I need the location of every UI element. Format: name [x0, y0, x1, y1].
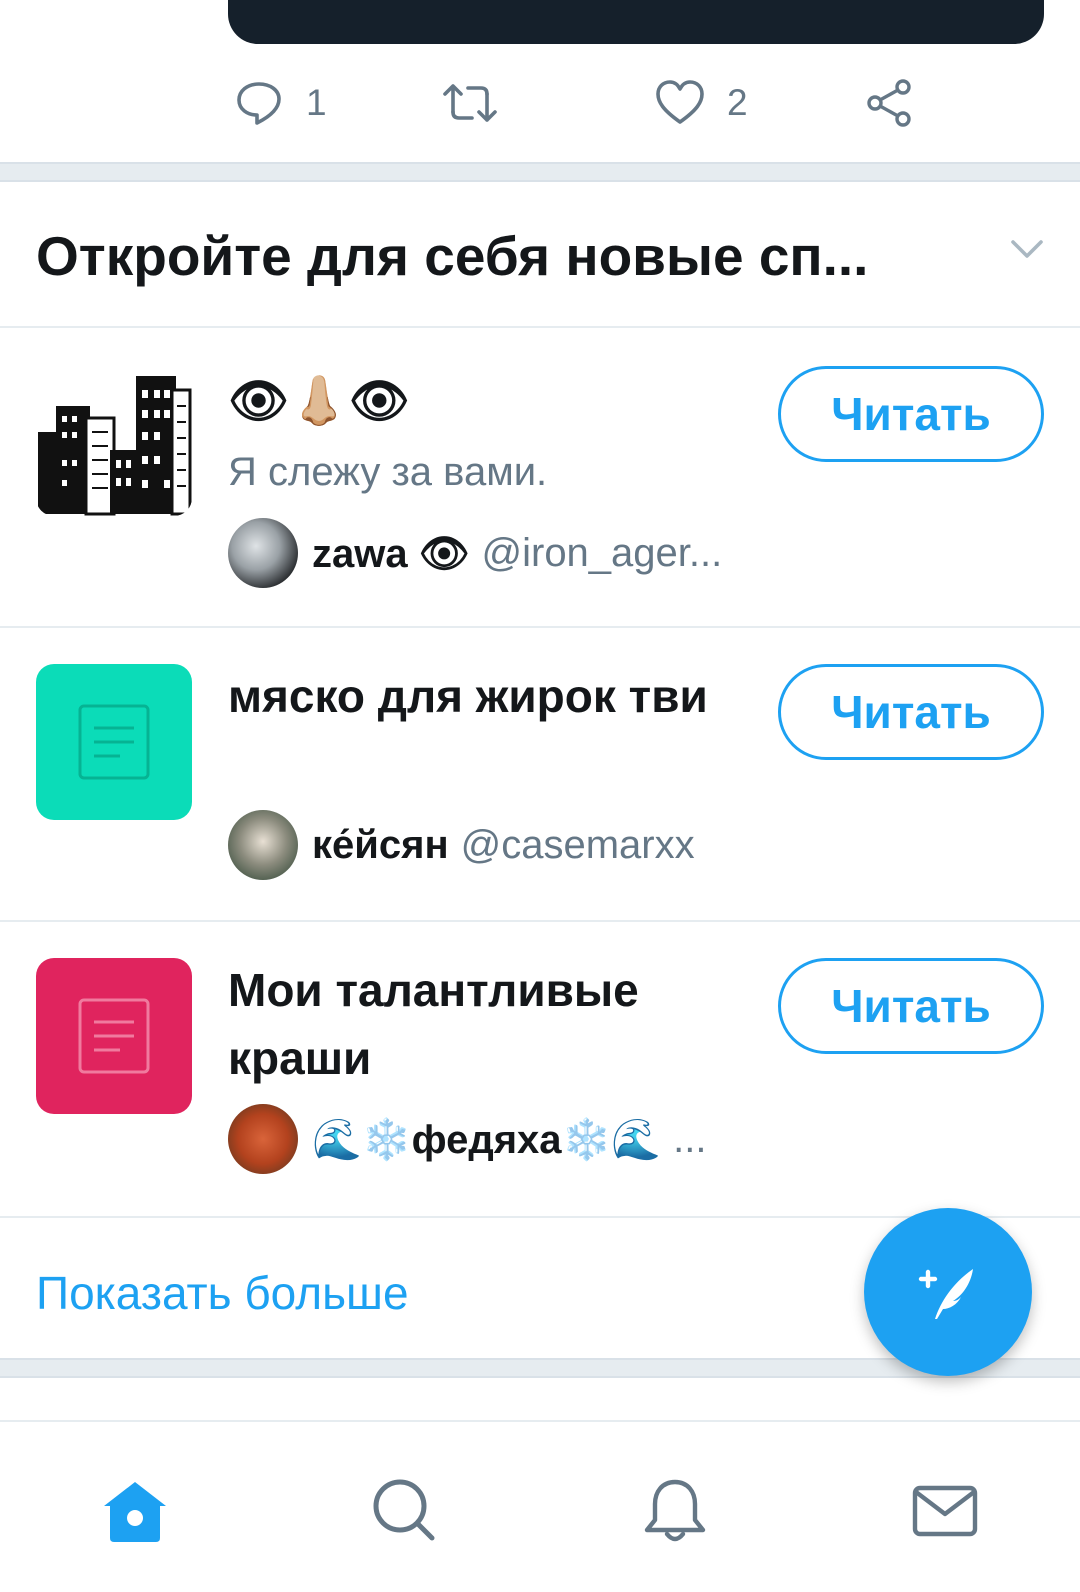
- show-more-link[interactable]: Показать больше: [36, 1266, 409, 1320]
- follow-list-button[interactable]: Читать: [778, 366, 1044, 462]
- list-item[interactable]: 👁👃🏼👁 Я слежу за вами. zawa 👁 @iron_ager.…: [0, 328, 1080, 628]
- bottom-nav: [0, 1420, 1080, 1592]
- search-icon: [373, 1479, 435, 1541]
- avatar: [228, 810, 298, 880]
- nav-notifications[interactable]: [640, 1476, 710, 1546]
- owner-handle: @casemarxx: [460, 822, 695, 867]
- nav-home[interactable]: [100, 1476, 170, 1546]
- list-thumbnail: [36, 360, 192, 516]
- reply-count: 1: [306, 82, 327, 123]
- list-document-icon: [78, 704, 150, 780]
- list-title: мяско для жирок тви: [228, 670, 708, 722]
- share-button[interactable]: [865, 78, 915, 128]
- nav-search[interactable]: [370, 1476, 440, 1546]
- follow-list-button[interactable]: Читать: [778, 664, 1044, 760]
- follow-list-button[interactable]: Читать: [778, 958, 1044, 1054]
- section-separator: [0, 162, 1080, 182]
- list-owner[interactable]: zawa 👁 @iron_ager...: [228, 518, 722, 588]
- tweet-media[interactable]: [228, 0, 1044, 44]
- city-buildings-image: [38, 376, 192, 516]
- tweet-action-bar: 1 2: [0, 60, 1080, 150]
- list-thumbnail: [36, 664, 192, 820]
- avatar: [228, 1104, 298, 1174]
- timeline-screen: 1 2 Откройте для себя новые сп... 👁👃🏼👁 Я…: [0, 0, 1080, 1592]
- section-title: Откройте для себя новые сп...: [36, 225, 869, 287]
- reply-icon: [237, 82, 281, 125]
- like-button[interactable]: 2: [655, 78, 748, 128]
- discover-lists-header: Откройте для себя новые сп...: [0, 184, 1080, 328]
- like-count: 2: [727, 82, 748, 123]
- reply-button[interactable]: 1: [234, 78, 327, 128]
- list-owner[interactable]: 🌊❄️федяха❄️🌊 ...: [228, 1104, 707, 1174]
- list-title: Мои талантливые краши: [228, 964, 639, 1084]
- chevron-down-icon[interactable]: [1010, 238, 1044, 262]
- list-item[interactable]: мяско для жирок тви ке́йсян @casemarxx Ч…: [0, 628, 1080, 922]
- compose-tweet-icon: [918, 1269, 973, 1319]
- share-icon: [867, 79, 911, 127]
- list-title: 👁👃🏼👁: [228, 375, 410, 428]
- owner-name: zawa 👁: [312, 531, 470, 576]
- bell-icon: [644, 1479, 706, 1542]
- heart-icon: [656, 80, 704, 124]
- nav-messages[interactable]: [910, 1476, 980, 1546]
- owner-handle: ...: [673, 1116, 707, 1161]
- home-icon: [104, 1482, 166, 1542]
- compose-tweet-button[interactable]: [864, 1208, 1032, 1376]
- owner-name: 🌊❄️федяха❄️🌊: [312, 1117, 662, 1162]
- list-thumbnail: [36, 958, 192, 1114]
- avatar: [228, 518, 298, 588]
- owner-name: ке́йсян: [312, 822, 449, 867]
- retweet-button[interactable]: [442, 78, 520, 128]
- list-description: Я слежу за вами.: [228, 450, 548, 494]
- list-item[interactable]: Мои талантливые краши 🌊❄️федяха❄️🌊 ... Ч…: [0, 922, 1080, 1218]
- owner-handle: @iron_ager...: [481, 530, 723, 575]
- list-document-icon: [78, 998, 150, 1074]
- retweet-icon: [443, 84, 497, 122]
- list-owner[interactable]: ке́йсян @casemarxx: [228, 810, 695, 880]
- envelope-icon: [912, 1485, 978, 1537]
